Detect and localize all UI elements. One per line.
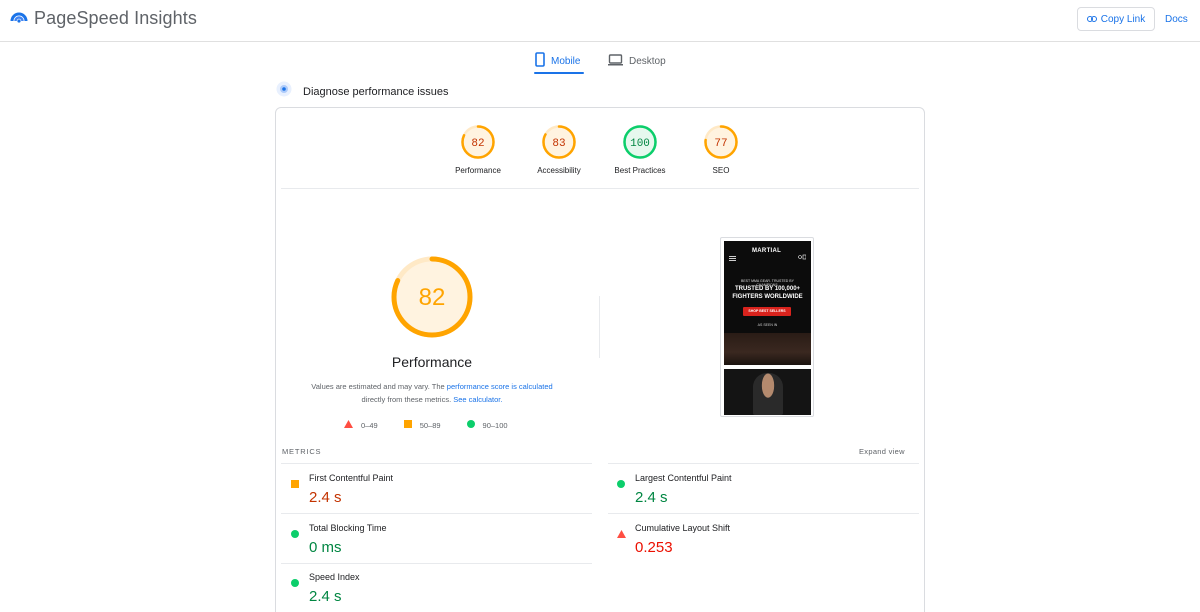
pagespeed-logo-icon	[10, 8, 28, 29]
expand-view-toggle[interactable]: Expand view	[859, 447, 905, 456]
hero-headline-line: TRUSTED BY 100,000+	[734, 286, 801, 292]
page-screenshot[interactable]: MARTIAL BEST MMA GEAR. TRUSTED BY CHAMPI…	[720, 237, 814, 417]
score-label: Best Practices	[614, 166, 666, 175]
circle-icon	[466, 420, 475, 430]
vertical-divider	[599, 296, 600, 358]
metric-value: 0 ms	[309, 539, 342, 556]
app-title: PageSpeed Insights	[34, 8, 197, 28]
divider	[608, 463, 919, 464]
gauge-ring: 100	[623, 125, 657, 159]
score-gauge-performance[interactable]: 82 Performance	[438, 124, 518, 175]
score-gauge-accessibility[interactable]: 83 Accessibility	[519, 124, 599, 175]
diagnose-heading: Diagnose performance issues	[276, 81, 449, 102]
metric-name: Largest Contentful Paint	[635, 473, 732, 483]
metric-speed-index: Speed Index 2.4 s	[291, 564, 591, 612]
metric-first-contentful-paint: First Contentful Paint 2.4 s	[291, 465, 591, 513]
link-icon	[1086, 14, 1097, 25]
triangle-icon	[617, 525, 626, 543]
metric-name: Cumulative Layout Shift	[635, 523, 731, 533]
cart-icon	[798, 247, 807, 265]
square-icon	[291, 475, 299, 493]
performance-note: Values are estimated and may vary. The p…	[300, 380, 564, 406]
legend-range: 50–89	[419, 420, 441, 430]
circle-icon	[291, 525, 299, 543]
note-text: Values are estimated and may vary. The	[311, 382, 445, 391]
score-label: Accessibility	[537, 166, 581, 175]
metric-value: 2.4 s	[309, 489, 342, 506]
divider	[608, 513, 919, 514]
tab-desktop-label: Desktop	[629, 55, 666, 67]
score-label: SEO	[712, 166, 730, 175]
divider	[281, 513, 592, 514]
hero-headline: TRUSTED BY 100,000+ FIGHTERS WORLDWIDE	[728, 285, 807, 301]
metric-name: Total Blocking Time	[309, 523, 387, 533]
performance-score: 82	[419, 284, 446, 311]
brand[interactable]: PageSpeed Insights	[10, 8, 197, 29]
performance-score-link[interactable]: performance score is calculated	[447, 382, 553, 391]
performance-gauge: 82	[391, 256, 473, 338]
hero-image	[724, 333, 811, 365]
site-logo: MARTIAL	[752, 248, 782, 254]
metric-cumulative-layout-shift: Cumulative Layout Shift 0.253	[617, 515, 917, 563]
mobile-icon	[535, 52, 545, 70]
metric-total-blocking-time: Total Blocking Time 0 ms	[291, 515, 591, 563]
circle-icon	[617, 475, 625, 493]
menu-icon	[729, 248, 736, 266]
person-image	[753, 373, 783, 415]
legend-item-fail: 0–49	[344, 420, 378, 430]
legend-item-average: 50–89	[403, 420, 441, 430]
score-label: Performance	[455, 166, 501, 175]
gauge-ring: 82	[461, 125, 495, 159]
legend-range: 0–49	[361, 420, 378, 430]
note-text: directly from these metrics.	[361, 395, 452, 404]
score-legend: 0–49 50–89 90–100	[344, 420, 508, 430]
divider	[281, 188, 919, 189]
tab-desktop[interactable]: Desktop	[608, 48, 666, 74]
score-value: 100	[630, 138, 650, 150]
score-value: 83	[552, 138, 565, 150]
metric-name: Speed Index	[309, 572, 360, 582]
metric-value: 2.4 s	[309, 588, 342, 605]
top-bar: PageSpeed Insights Copy Link Docs	[0, 0, 1200, 42]
docs-link[interactable]: Docs	[1165, 14, 1188, 25]
score-gauge-seo[interactable]: 77 SEO	[681, 124, 761, 175]
active-tab-indicator	[534, 72, 584, 74]
score-gauge-best-practices[interactable]: 100 Best Practices	[600, 124, 680, 175]
square-icon	[403, 420, 412, 430]
divider	[281, 463, 592, 464]
desktop-icon	[608, 53, 623, 69]
diagnose-icon	[276, 81, 292, 102]
tab-mobile-label: Mobile	[551, 55, 581, 67]
metric-largest-contentful-paint: Largest Contentful Paint 2.4 s	[617, 465, 917, 513]
screenshot-hero: MARTIAL BEST MMA GEAR. TRUSTED BY CHAMPI…	[724, 241, 811, 365]
copy-link-button[interactable]: Copy Link	[1077, 7, 1155, 31]
gauge-ring: 83	[542, 125, 576, 159]
gauge-ring: 77	[704, 125, 738, 159]
copy-link-label: Copy Link	[1100, 13, 1146, 25]
diagnose-title: Diagnose performance issues	[303, 85, 449, 98]
circle-icon	[291, 574, 299, 592]
metric-value: 2.4 s	[635, 489, 668, 506]
metric-value: 0.253	[635, 539, 673, 556]
tab-mobile[interactable]: Mobile	[535, 48, 580, 74]
score-value: 82	[471, 138, 484, 150]
triangle-icon	[344, 420, 353, 430]
shop-button: SHOP BEST SELLERS	[743, 307, 791, 316]
legend-item-pass: 90–100	[466, 420, 508, 430]
hero-headline-line: FIGHTERS WORLDWIDE	[732, 294, 803, 300]
metric-name: First Contentful Paint	[309, 473, 394, 483]
legend-range: 90–100	[482, 420, 508, 430]
seen-in-text: AS SEEN IN	[757, 323, 778, 327]
score-value: 77	[714, 138, 727, 150]
performance-title: Performance	[391, 354, 473, 370]
metrics-heading: METRICS	[282, 447, 322, 456]
calculator-link[interactable]: See calculator.	[453, 395, 502, 404]
screenshot-section	[724, 369, 811, 415]
